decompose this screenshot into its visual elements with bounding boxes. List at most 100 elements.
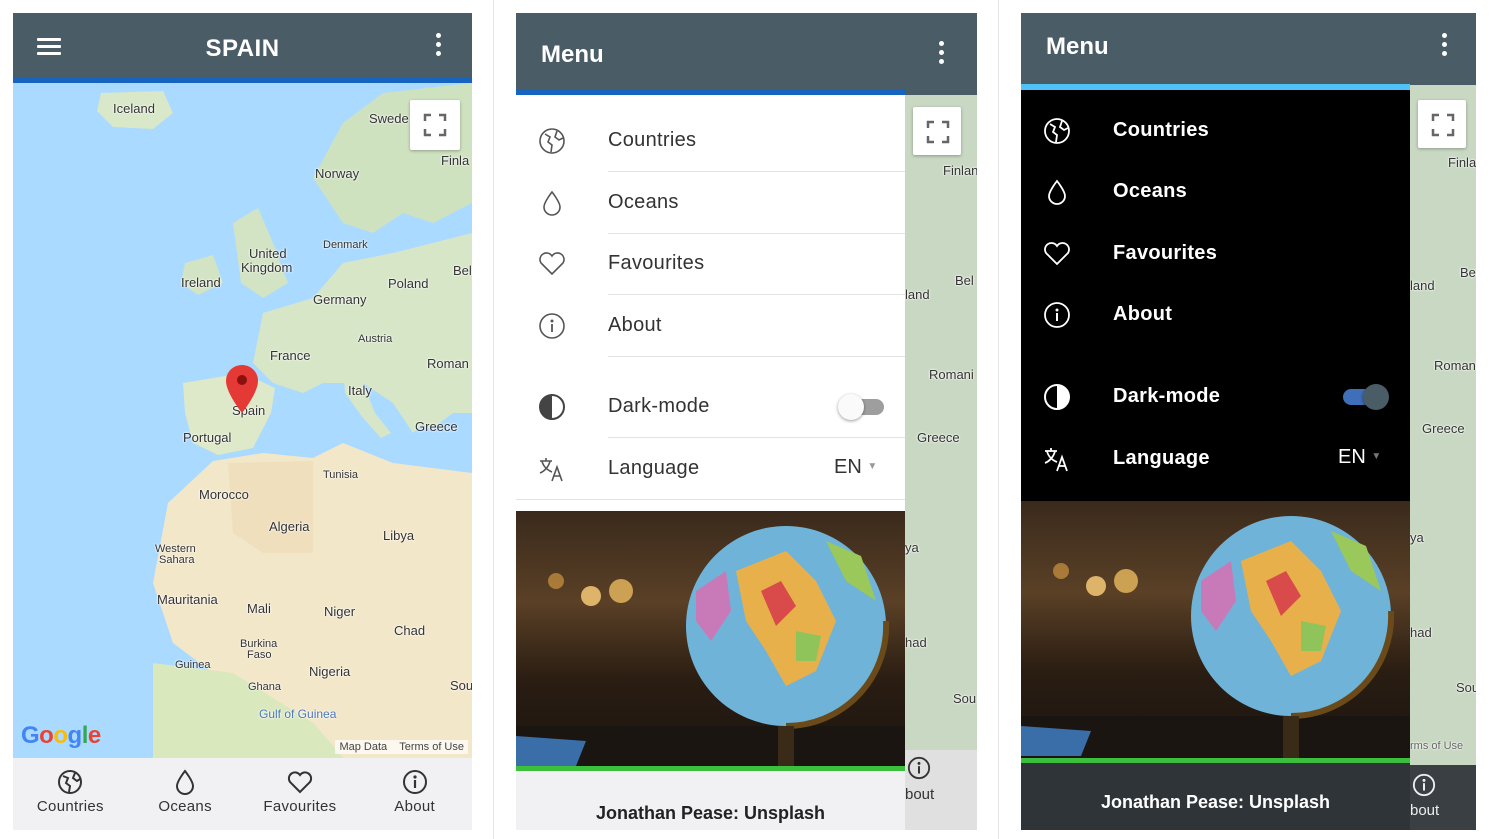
fullscreen-button[interactable] <box>410 100 460 150</box>
map-label: Italy <box>348 383 372 398</box>
info-icon <box>402 770 427 794</box>
bottom-navigation: Countries Oceans Favourites About <box>13 758 472 830</box>
nav-label: Favourites <box>263 798 337 815</box>
fullscreen-icon <box>423 113 447 137</box>
map-footer: Map Data Terms of Use <box>335 740 468 754</box>
more-options-icon[interactable] <box>937 41 945 67</box>
map-label: Finla <box>441 153 470 168</box>
photo-credit[interactable]: Jonathan Pease: Unsplash <box>1021 792 1410 813</box>
map-label: Roman <box>427 356 469 371</box>
map-label: Sou <box>450 678 472 693</box>
map-label: Kingdom <box>241 260 293 275</box>
globe-icon <box>58 770 83 794</box>
globe-image <box>516 526 905 771</box>
map-label: Norway <box>315 166 360 181</box>
map-label: had <box>1410 625 1432 640</box>
drawer-item-oceans[interactable]: Oceans <box>1021 161 1410 223</box>
map-label: Algeria <box>269 519 310 534</box>
background-app: Finlan land Bel Romani Greece ya had Sou… <box>905 13 977 830</box>
globe-photo <box>1021 501 1410 763</box>
map-label: Mali <box>247 601 271 616</box>
map-view[interactable]: Iceland Swede Finla Norway United Kingdo… <box>13 83 472 758</box>
more-options-icon[interactable] <box>434 33 442 59</box>
terms-link[interactable]: Terms of Use <box>399 741 464 753</box>
fullscreen-button[interactable] <box>1418 100 1466 148</box>
dropdown-arrow-icon: ▼ <box>867 461 878 472</box>
photo-credit[interactable]: Jonathan Pease: Unsplash <box>516 803 905 824</box>
language-row[interactable]: Language EN ▼ <box>516 438 905 500</box>
location-pin-icon[interactable] <box>226 365 258 413</box>
nav-oceans[interactable]: Oceans <box>128 758 243 830</box>
navigation-drawer: Menu Countries Oceans Favourites About D… <box>516 13 905 830</box>
map-label: Tunisia <box>323 469 359 481</box>
nav-label: Oceans <box>158 798 212 815</box>
nav-about[interactable]: About <box>357 758 472 830</box>
globe-icon <box>539 128 565 154</box>
nav-label: About <box>394 798 435 815</box>
language-row[interactable]: Language EN ▼ <box>1021 428 1410 490</box>
nav-countries[interactable]: Countries <box>13 758 128 830</box>
map-label: Romani <box>1434 358 1476 373</box>
more-options-icon[interactable] <box>1440 33 1448 59</box>
info-icon <box>539 313 565 339</box>
map-label: Greece <box>1422 421 1465 436</box>
drawer-item-label: Countries <box>1113 119 1210 141</box>
map-label: Bel <box>1460 265 1476 280</box>
dark-mode-row[interactable]: Dark-mode <box>1021 366 1410 428</box>
droplet-icon <box>176 769 195 795</box>
map-label: Mauritania <box>157 592 218 607</box>
language-select[interactable]: EN ▼ <box>834 456 877 479</box>
map-data-link[interactable]: Map Data <box>339 741 387 753</box>
drawer-header: Menu <box>516 13 905 95</box>
map-label: Bel <box>453 263 472 278</box>
drawer-title: Menu <box>1046 33 1109 60</box>
dark-mode-row[interactable]: Dark-mode <box>516 376 905 438</box>
map-label: land <box>905 287 930 302</box>
dark-mode-toggle[interactable] <box>1343 384 1389 410</box>
map-label: Finlan <box>943 163 977 178</box>
drawer-item-favourites[interactable]: Favourites <box>1021 223 1410 285</box>
map-label: Denmark <box>323 239 368 251</box>
translate-icon <box>1044 448 1068 472</box>
globe-photo <box>516 511 905 771</box>
map-label: Portugal <box>183 430 232 445</box>
fullscreen-button[interactable] <box>913 107 961 155</box>
translate-icon <box>539 458 563 482</box>
map-label: ya <box>1410 530 1424 545</box>
map-label: Romani <box>929 367 974 382</box>
drawer-item-countries[interactable]: Countries <box>1021 100 1410 162</box>
map-label: Iceland <box>113 101 155 116</box>
heart-icon <box>1044 242 1070 266</box>
map-label: Niger <box>324 604 356 619</box>
drawer-item-label: Oceans <box>1113 180 1188 202</box>
drawer-screen-dark: Finlan land Bel Romani Greece ya had Sou… <box>1021 13 1476 830</box>
map-label: Greece <box>415 419 458 434</box>
drawer-item-label: Favourites <box>608 252 705 274</box>
drawer-item-about[interactable]: About <box>516 295 905 357</box>
nav-label: bout <box>1410 802 1440 819</box>
map-label: Gulf of Guinea <box>259 707 337 721</box>
drawer-item-about[interactable]: About <box>1021 284 1410 346</box>
google-logo: Google <box>21 722 101 749</box>
heart-icon <box>287 771 312 794</box>
drawer-item-favourites[interactable]: Favourites <box>516 233 905 295</box>
map-label: Bel <box>955 273 974 288</box>
app-bar: SPAIN <box>13 13 472 83</box>
drawer-screen-light: Finlan land Bel Romani Greece ya had Sou… <box>516 13 977 830</box>
info-icon <box>1412 773 1436 797</box>
map-label: Nigeria <box>309 664 351 679</box>
drawer-item-label: Oceans <box>608 191 679 213</box>
map-label: Finlan <box>1448 155 1476 170</box>
nav-favourites[interactable]: Favourites <box>243 758 358 830</box>
drawer-item-countries[interactable]: Countries <box>516 110 905 172</box>
dropdown-arrow-icon: ▼ <box>1371 451 1382 462</box>
map-label: Poland <box>388 276 429 291</box>
divider <box>493 0 494 839</box>
language-select[interactable]: EN ▼ <box>1338 446 1381 469</box>
language-value: EN <box>1338 446 1366 468</box>
map-label: Libya <box>383 528 415 543</box>
drawer-item-oceans[interactable]: Oceans <box>516 172 905 234</box>
dark-mode-toggle[interactable] <box>838 394 884 420</box>
dark-mode-label: Dark-mode <box>1113 385 1221 407</box>
fullscreen-icon <box>926 120 950 144</box>
